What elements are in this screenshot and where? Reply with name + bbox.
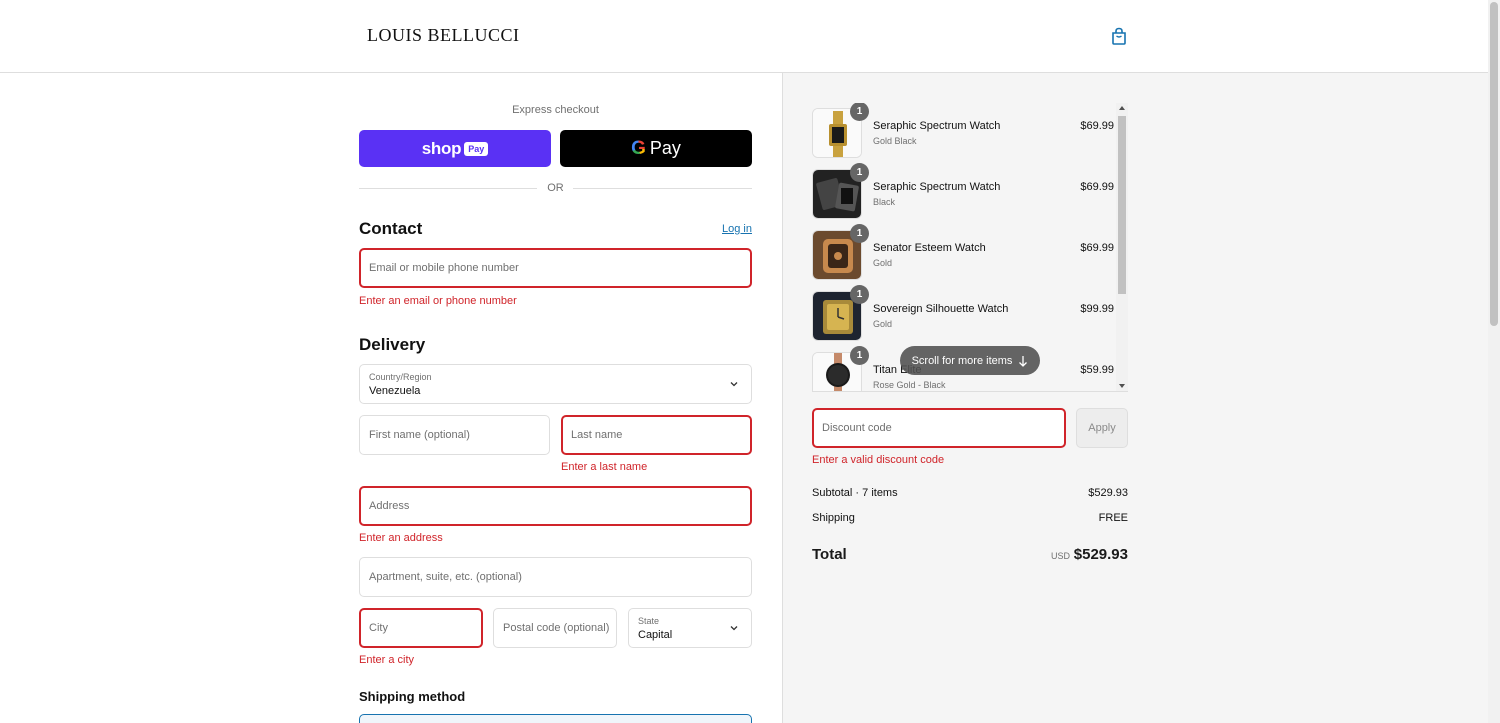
- state-select[interactable]: State Capital: [628, 608, 752, 648]
- email-error: Enter an email or phone number: [359, 295, 517, 307]
- last-name-field[interactable]: Last name: [561, 415, 752, 455]
- chevron-down-icon: [730, 626, 738, 631]
- or-divider: OR: [359, 182, 752, 196]
- cart-items-divider: [812, 391, 1128, 392]
- state-value: Capital: [638, 629, 673, 641]
- quantity-badge: 1: [850, 346, 869, 365]
- city-field[interactable]: City: [359, 608, 483, 648]
- address-error: Enter an address: [359, 532, 443, 544]
- country-value: Venezuela: [369, 385, 421, 397]
- postal-code-placeholder: Postal code (optional): [503, 622, 610, 634]
- email-placeholder: Email or mobile phone number: [369, 262, 519, 274]
- google-g-icon: G: [631, 137, 646, 159]
- first-name-placeholder: First name (optional): [369, 429, 470, 441]
- state-label: State: [638, 616, 660, 626]
- divider-line-right: [573, 188, 752, 189]
- item-name: Seraphic Spectrum Watch: [873, 120, 1001, 132]
- discount-error: Enter a valid discount code: [812, 454, 945, 466]
- shopping-bag-icon: [1112, 27, 1126, 45]
- shipping-row: Shipping FREE: [812, 512, 1128, 524]
- email-field[interactable]: Email or mobile phone number: [359, 248, 752, 288]
- last-name-error: Enter a last name: [561, 461, 648, 473]
- item-name: Seraphic Spectrum Watch: [873, 181, 1001, 193]
- chevron-down-icon: [730, 382, 738, 387]
- google-pay-button[interactable]: G Pay: [560, 130, 752, 167]
- currency-code: USD: [1050, 551, 1070, 561]
- arrow-down-icon: [1019, 355, 1028, 367]
- subtotal-row: Subtotal · 7 items $529.93: [812, 487, 1128, 499]
- header: LOUIS BELLUCCI: [0, 0, 1488, 73]
- item-variant: Gold: [873, 258, 893, 268]
- delivery-title: Delivery: [359, 335, 426, 354]
- subtotal-label: Subtotal · 7 items: [812, 487, 898, 499]
- google-pay-text: Pay: [649, 138, 681, 158]
- shipping-method-title: Shipping method: [359, 689, 466, 704]
- page-scrollbar[interactable]: [1488, 0, 1500, 723]
- apply-discount-button[interactable]: Apply: [1076, 408, 1128, 448]
- shipping-label: Shipping: [812, 512, 855, 524]
- total-label: Total: [812, 546, 847, 563]
- subtotal-value: $529.93: [1088, 487, 1128, 499]
- contact-title: Contact: [359, 219, 423, 238]
- scroll-for-more-button[interactable]: Scroll for more items: [900, 346, 1040, 375]
- item-variant: Black: [873, 197, 896, 207]
- cart-item: 1 Senator Esteem Watch Gold $69.99: [812, 224, 1114, 280]
- item-name: Senator Esteem Watch: [873, 242, 986, 254]
- city-placeholder: City: [369, 622, 388, 634]
- cart-button[interactable]: [1108, 25, 1130, 47]
- scrollbar-thumb[interactable]: [1118, 116, 1126, 294]
- shop-pay-badge: Pay: [464, 141, 489, 156]
- page-scrollbar-thumb[interactable]: [1490, 2, 1498, 326]
- express-checkout-label: Express checkout: [512, 104, 599, 116]
- address-field[interactable]: Address: [359, 486, 752, 526]
- city-error: Enter a city: [359, 654, 415, 666]
- item-price: $69.99: [1080, 120, 1114, 132]
- address-placeholder: Address: [369, 500, 410, 512]
- scroll-down-arrow-icon[interactable]: [1119, 384, 1125, 388]
- cart-item: 1 Sovereign Silhouette Watch Gold $99.99: [812, 285, 1114, 341]
- shipping-method-option[interactable]: [359, 714, 752, 723]
- shop-pay-button[interactable]: shop Pay: [359, 130, 551, 167]
- item-price: $59.99: [1080, 364, 1114, 376]
- apartment-field[interactable]: Apartment, suite, etc. (optional): [359, 557, 752, 597]
- item-price: $69.99: [1080, 242, 1114, 254]
- item-name: Sovereign Silhouette Watch: [873, 303, 1009, 315]
- cart-item: 1 Seraphic Spectrum Watch Black $69.99: [812, 163, 1114, 219]
- country-label: Country/Region: [369, 372, 432, 382]
- cart-items-scrollbar[interactable]: [1116, 103, 1128, 391]
- total-value: $529.93: [1073, 546, 1128, 563]
- scroll-up-arrow-icon[interactable]: [1119, 106, 1125, 110]
- country-select[interactable]: Country/Region Venezuela: [359, 364, 752, 404]
- quantity-badge: 1: [850, 163, 869, 182]
- item-price: $99.99: [1080, 303, 1114, 315]
- login-link[interactable]: Log in: [722, 223, 752, 235]
- item-variant: Rose Gold - Black: [873, 380, 946, 390]
- discount-code-field[interactable]: Discount code: [812, 408, 1066, 448]
- scroll-hint-label: Scroll for more items: [911, 354, 1013, 367]
- postal-code-field[interactable]: Postal code (optional): [493, 608, 617, 648]
- brand-logo[interactable]: LOUIS BELLUCCI: [367, 25, 520, 46]
- item-variant: Gold: [873, 319, 893, 329]
- cart-item: 1 Seraphic Spectrum Watch Gold Black $69…: [812, 103, 1114, 158]
- first-name-field[interactable]: First name (optional): [359, 415, 550, 455]
- discount-placeholder: Discount code: [822, 422, 892, 434]
- shop-pay-logo-text: shop: [421, 138, 462, 158]
- total-row: Total USD $529.93: [812, 546, 1128, 566]
- quantity-badge: 1: [850, 285, 869, 304]
- item-variant: Gold Black: [873, 136, 917, 146]
- quantity-badge: 1: [850, 103, 869, 121]
- quantity-badge: 1: [850, 224, 869, 243]
- item-price: $69.99: [1080, 181, 1114, 193]
- last-name-placeholder: Last name: [571, 429, 623, 441]
- shipping-value: FREE: [1098, 512, 1128, 524]
- apartment-placeholder: Apartment, suite, etc. (optional): [369, 571, 522, 583]
